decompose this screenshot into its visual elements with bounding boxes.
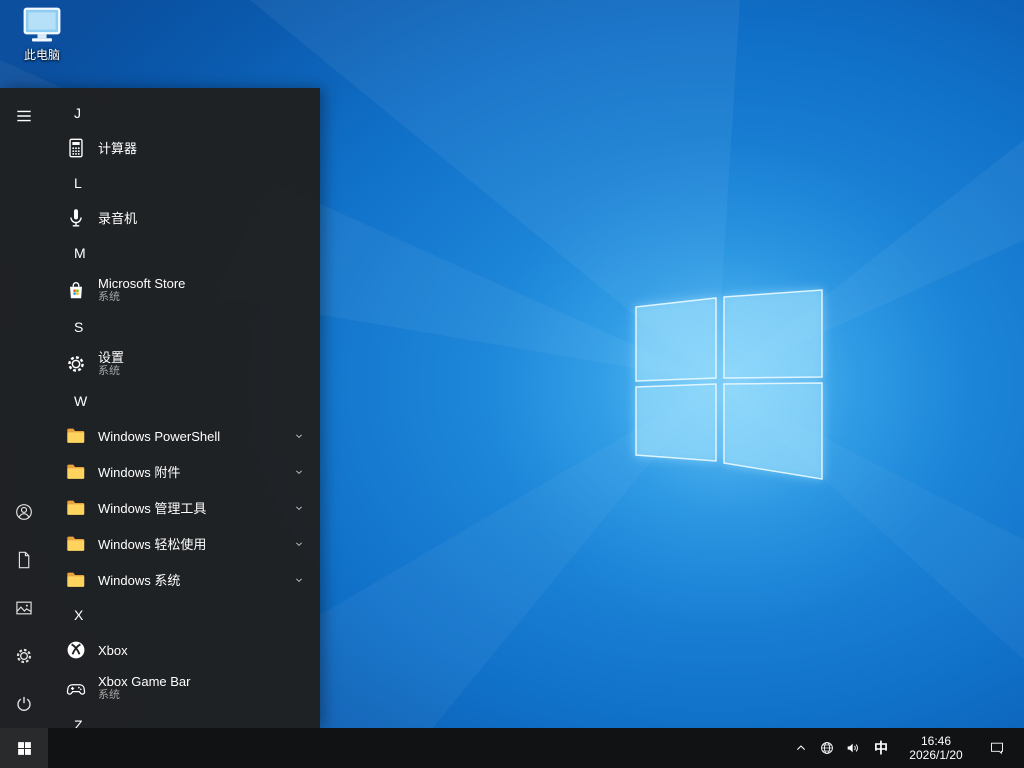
computer-icon [20, 6, 64, 46]
app-item[interactable]: 计算器 [48, 130, 320, 166]
tray-network-button[interactable] [814, 728, 840, 768]
tray-show-hidden-icons-button[interactable] [788, 728, 814, 768]
chevron-up-icon [793, 740, 809, 756]
rail-spacer [0, 140, 48, 488]
chevron-down-icon [290, 532, 306, 556]
app-item-subtitle: 系统 [98, 365, 120, 377]
section-header-L[interactable]: L [48, 166, 320, 200]
taskbar: 中 16:46 2026/1/20 [0, 728, 1024, 768]
power-icon [14, 694, 34, 714]
app-item[interactable]: 设置 系统 [48, 344, 320, 384]
calculator-icon [64, 136, 88, 160]
start-menu-app-list: J 计算器 L 录音机 M Microsoft Store 系统 S 设置 系统 W Windows … [48, 88, 320, 728]
app-item-label: Windows 系统 [98, 572, 181, 588]
app-item-label: 录音机 [98, 210, 138, 226]
pictures-icon [14, 598, 34, 618]
chevron-down-icon [290, 460, 306, 484]
gamebar-icon [64, 676, 88, 700]
app-item-label: Xbox [98, 642, 128, 658]
app-item-label: Microsoft Store 系统 [98, 276, 306, 304]
rail-documents-button[interactable] [0, 536, 48, 584]
rail-user-button[interactable] [0, 488, 48, 536]
microphone-icon [64, 206, 88, 230]
rail-pictures-button[interactable] [0, 584, 48, 632]
tray-date: 2026/1/20 [909, 748, 963, 762]
app-item-label: Windows PowerShell [98, 428, 221, 444]
action-center-icon [989, 740, 1005, 756]
gear-icon [14, 646, 34, 666]
app-item[interactable]: Windows 系统 [48, 562, 320, 598]
app-item[interactable]: Windows 附件 [48, 454, 320, 490]
folder-icon [64, 568, 88, 592]
start-menu-rail [0, 88, 48, 728]
tray-volume-button[interactable] [840, 728, 866, 768]
desktop-icon-this-pc[interactable]: 此电脑 [10, 6, 74, 62]
app-item-label: 设置 系统 [98, 350, 306, 378]
rail-top [0, 92, 48, 140]
section-header-M[interactable]: M [48, 236, 320, 270]
app-item-subtitle: 系统 [98, 291, 120, 303]
desktop-icon-label: 此电脑 [23, 48, 60, 62]
app-item[interactable]: 录音机 [48, 200, 320, 236]
app-item[interactable]: Xbox [48, 632, 320, 668]
app-item-label: Windows 附件 [98, 464, 181, 480]
settings-gear-icon [64, 352, 88, 376]
action-center-button[interactable] [976, 728, 1018, 768]
network-globe-icon [819, 740, 835, 756]
tray-ime-indicator[interactable]: 中 [866, 728, 896, 768]
app-item-label: Windows 管理工具 [98, 500, 207, 516]
windows-desktop: 此电脑 J 计算器 L 录音机 M Microsoft Store 系统 S 设置 系统 W Wind… [0, 0, 1024, 768]
app-item-label: 计算器 [98, 140, 138, 156]
store-icon [64, 278, 88, 302]
app-item[interactable]: Windows 管理工具 [48, 490, 320, 526]
app-item-label: Windows 轻松使用 [98, 536, 207, 552]
app-item-subtitle: 系统 [98, 689, 120, 701]
folder-icon [64, 424, 88, 448]
app-item[interactable]: Windows 轻松使用 [48, 526, 320, 562]
windows-logo-icon [16, 740, 33, 757]
rail-bottom [0, 488, 48, 728]
start-button[interactable] [0, 728, 48, 768]
folder-icon [64, 532, 88, 556]
section-header-W[interactable]: W [48, 384, 320, 418]
section-header-Z[interactable]: Z [48, 708, 320, 728]
chevron-down-icon [290, 496, 306, 520]
app-item[interactable]: Xbox Game Bar 系统 [48, 668, 320, 708]
xbox-icon [64, 638, 88, 662]
section-header-S[interactable]: S [48, 310, 320, 344]
user-icon [14, 502, 34, 522]
app-item[interactable]: Microsoft Store 系统 [48, 270, 320, 310]
system-tray: 中 16:46 2026/1/20 [788, 728, 1024, 768]
start-menu: J 计算器 L 录音机 M Microsoft Store 系统 S 设置 系统 W Windows … [0, 88, 320, 728]
app-item[interactable]: Windows PowerShell [48, 418, 320, 454]
rail-menu-button[interactable] [0, 92, 48, 140]
app-item-label: Xbox Game Bar 系统 [98, 674, 306, 702]
section-header-J[interactable]: J [48, 96, 320, 130]
tray-time: 16:46 [920, 734, 952, 748]
folder-icon [64, 496, 88, 520]
volume-icon [845, 740, 861, 756]
rail-power-button[interactable] [0, 680, 48, 728]
folder-icon [64, 460, 88, 484]
document-icon [14, 550, 34, 570]
rail-settings-button[interactable] [0, 632, 48, 680]
tray-clock[interactable]: 16:46 2026/1/20 [896, 728, 976, 768]
hamburger-icon [14, 106, 34, 126]
chevron-down-icon [290, 568, 306, 592]
section-header-X[interactable]: X [48, 598, 320, 632]
chevron-down-icon [290, 424, 306, 448]
